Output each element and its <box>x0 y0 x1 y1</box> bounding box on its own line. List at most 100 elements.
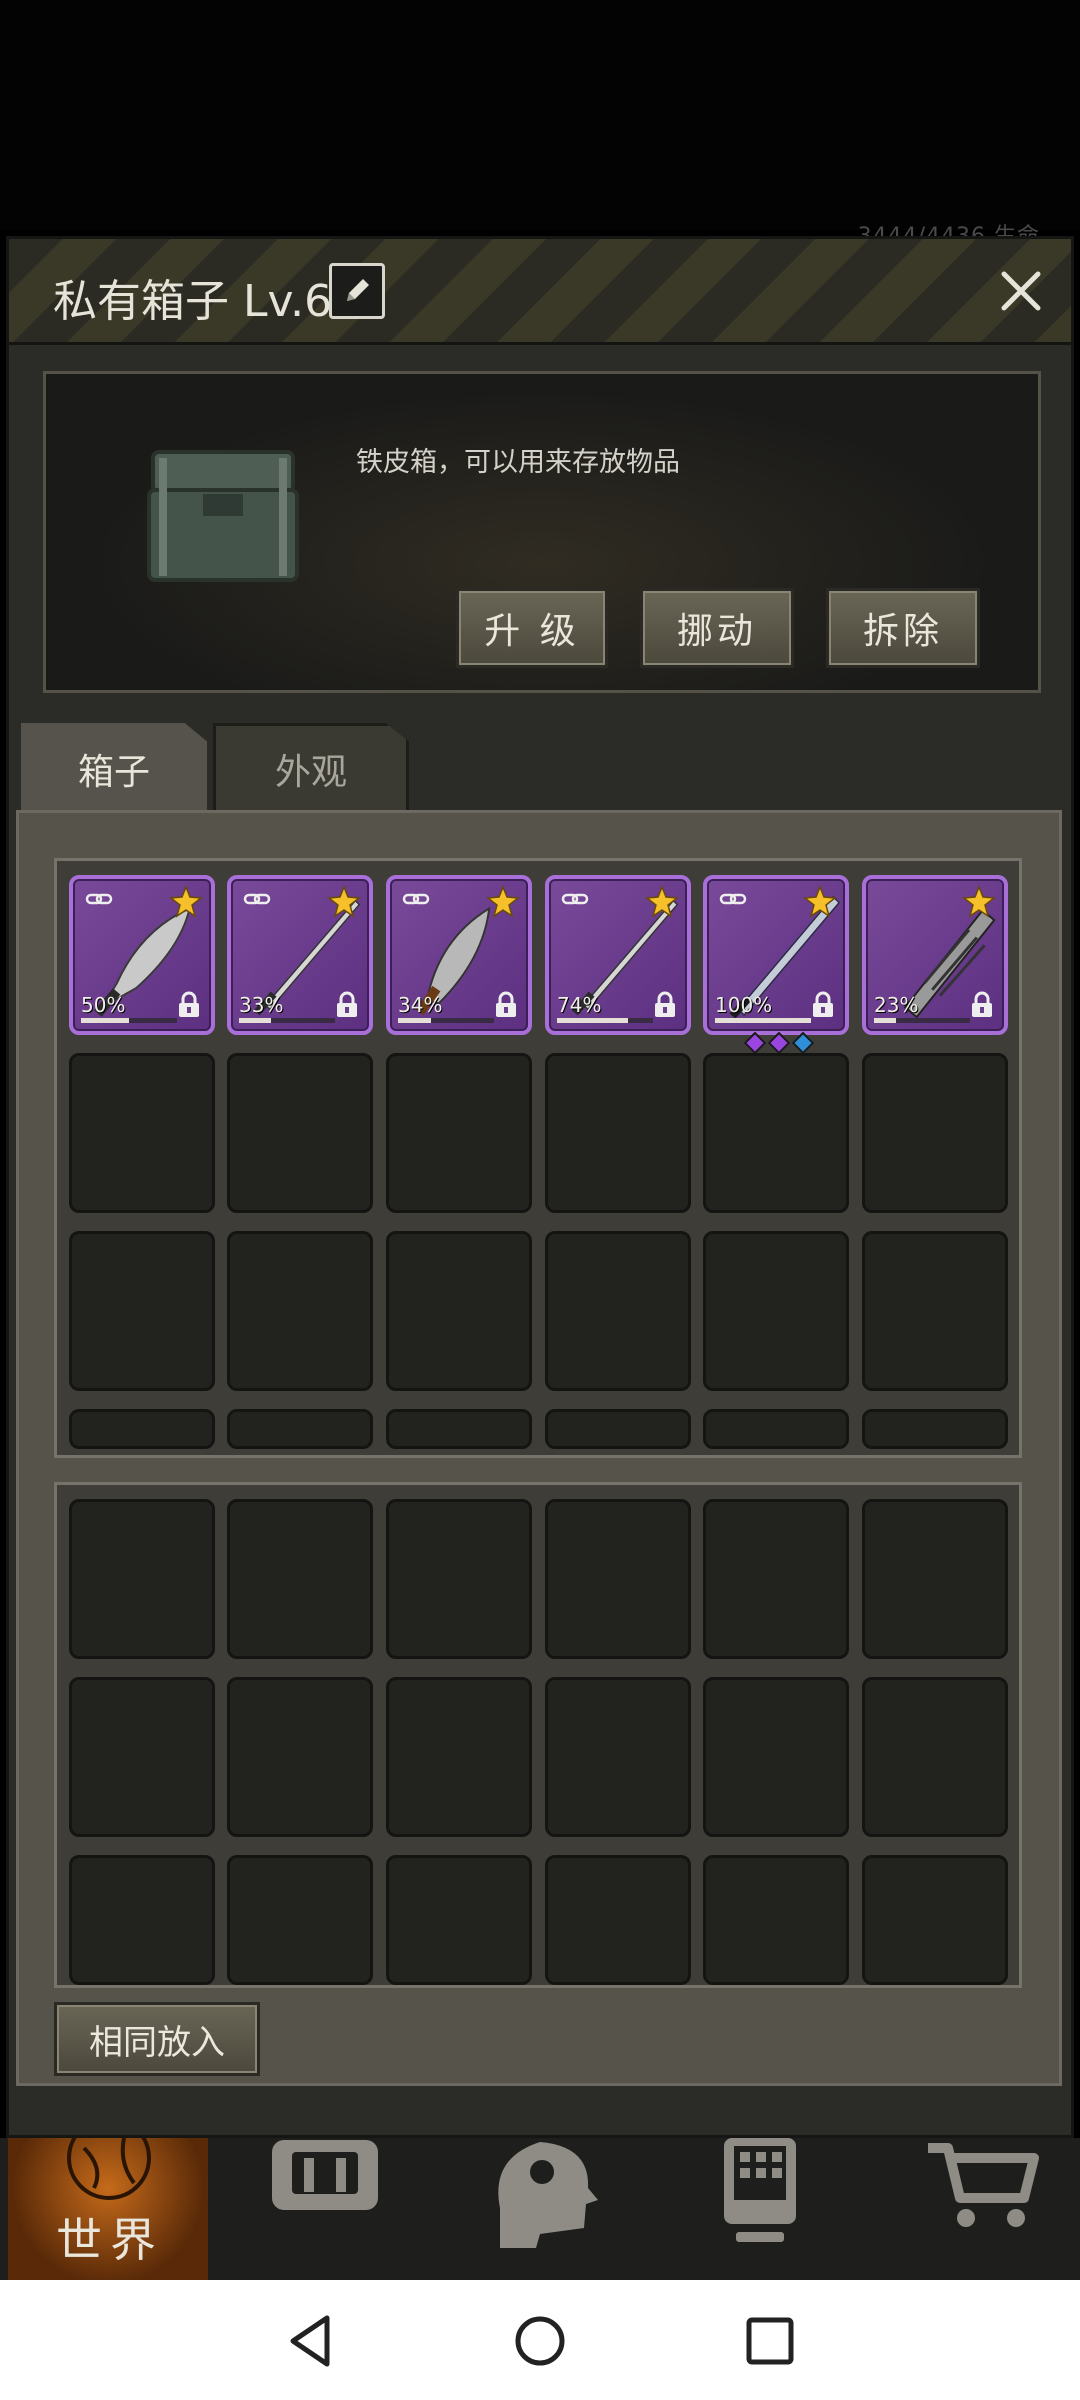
empty-slot[interactable] <box>69 1855 215 1985</box>
empty-slot[interactable] <box>227 1677 373 1837</box>
durability-bar <box>239 1018 335 1023</box>
lock-icon <box>972 991 992 1017</box>
empty-slot[interactable] <box>69 1409 215 1449</box>
empty-slot[interactable] <box>545 1499 691 1659</box>
empty-slot[interactable] <box>703 1053 849 1213</box>
empty-slot[interactable] <box>862 1053 1008 1213</box>
item-slot[interactable]: 34% <box>386 875 532 1035</box>
empty-slot[interactable] <box>386 1499 532 1659</box>
skills-head-icon[interactable] <box>480 2138 610 2248</box>
star-icon <box>169 885 203 918</box>
durability-text: 33% <box>239 993 284 1017</box>
move-button[interactable]: 挪动 <box>640 588 794 668</box>
bound-link-icon <box>402 893 430 905</box>
empty-slot[interactable] <box>545 1855 691 1985</box>
gem-icon <box>791 1031 815 1055</box>
empty-slot[interactable] <box>862 1677 1008 1837</box>
item-slot[interactable]: 100% <box>703 875 849 1055</box>
empty-slot[interactable] <box>545 1677 691 1837</box>
empty-slot[interactable] <box>227 1053 373 1213</box>
gem-icon <box>743 1031 767 1055</box>
empty-slot[interactable] <box>862 1499 1008 1659</box>
empty-slot[interactable] <box>386 1409 532 1449</box>
pencil-icon <box>347 279 369 301</box>
lock-icon <box>813 991 833 1017</box>
bound-link-icon <box>561 893 589 905</box>
durability-text: 50% <box>81 993 126 1017</box>
close-icon <box>1001 271 1041 311</box>
empty-slot[interactable] <box>386 1231 532 1391</box>
empty-slot[interactable] <box>227 1409 373 1449</box>
put-same-button[interactable]: 相同放入 <box>54 2002 260 2076</box>
item-slot[interactable]: 33% <box>227 875 373 1035</box>
empty-slot[interactable] <box>227 1499 373 1659</box>
bound-link-icon <box>85 893 113 905</box>
close-button[interactable] <box>991 261 1051 321</box>
empty-slot[interactable] <box>545 1231 691 1391</box>
storage-grid-top: 50% 33% 34% 74% 100% 23% <box>54 858 1022 1458</box>
bound-link-icon <box>243 893 271 905</box>
lock-icon <box>655 991 675 1017</box>
empty-slot[interactable] <box>703 1409 849 1449</box>
empty-slot[interactable] <box>862 1855 1008 1985</box>
empty-slot[interactable] <box>703 1855 849 1985</box>
lock-icon <box>337 991 357 1017</box>
durability-fill <box>557 1018 629 1023</box>
durability-text: 34% <box>398 993 443 1017</box>
durability-fill <box>81 1018 129 1023</box>
bottom-nav: 世界 <box>0 2138 1080 2280</box>
top-black-area <box>0 0 1080 230</box>
empty-slot[interactable] <box>545 1409 691 1449</box>
empty-slot[interactable] <box>227 1855 373 1985</box>
phone-icon[interactable] <box>700 2138 830 2248</box>
backpack-icon[interactable] <box>260 2138 390 2248</box>
empty-slot[interactable] <box>703 1231 849 1391</box>
back-icon[interactable] <box>275 2306 345 2376</box>
system-nav-bar <box>0 2280 1080 2400</box>
item-slot[interactable]: 74% <box>545 875 691 1035</box>
upgrade-button[interactable]: 升 级 <box>456 588 608 668</box>
tab-appearance[interactable]: 外观 <box>213 723 409 815</box>
lock-icon <box>179 991 199 1017</box>
dismantle-button[interactable]: 拆除 <box>826 588 980 668</box>
gem-sockets <box>743 1031 815 1055</box>
durability-text: 100% <box>715 993 773 1017</box>
globe-icon <box>67 2138 151 2200</box>
iron-chest-icon <box>147 450 299 582</box>
tab-box[interactable]: 箱子 <box>21 723 207 815</box>
home-icon[interactable] <box>505 2306 575 2376</box>
panel-header: 私有箱子 Lv.6 <box>9 239 1071 345</box>
empty-slot[interactable] <box>862 1409 1008 1449</box>
rename-button[interactable] <box>329 263 385 319</box>
bound-link-icon <box>719 893 747 905</box>
shop-cart-icon[interactable] <box>920 2138 1050 2248</box>
durability-bar <box>557 1018 653 1023</box>
empty-slot[interactable] <box>69 1053 215 1213</box>
durability-fill <box>398 1018 431 1023</box>
durability-bar <box>81 1018 177 1023</box>
lock-icon <box>496 991 516 1017</box>
nav-world[interactable]: 世界 <box>8 2138 208 2280</box>
durability-fill <box>715 1018 811 1023</box>
empty-slot[interactable] <box>69 1499 215 1659</box>
durability-text: 23% <box>874 993 919 1017</box>
empty-slot[interactable] <box>386 1677 532 1837</box>
empty-slot[interactable] <box>69 1677 215 1837</box>
empty-slot[interactable] <box>227 1231 373 1391</box>
box-info-area: 铁皮箱，可以用来存放物品 升 级 挪动 拆除 <box>43 371 1041 693</box>
star-icon <box>803 885 837 918</box>
empty-slot[interactable] <box>386 1053 532 1213</box>
item-slot[interactable]: 50% <box>69 875 215 1035</box>
star-icon <box>645 885 679 918</box>
empty-slot[interactable] <box>703 1499 849 1659</box>
empty-slot[interactable] <box>69 1231 215 1391</box>
recents-icon[interactable] <box>735 2306 805 2376</box>
empty-slot[interactable] <box>386 1855 532 1985</box>
empty-slot[interactable] <box>703 1677 849 1837</box>
durability-text: 74% <box>557 993 602 1017</box>
empty-slot[interactable] <box>862 1231 1008 1391</box>
item-slot[interactable]: 23% <box>862 875 1008 1035</box>
page-title: 私有箱子 Lv.6 <box>53 276 333 327</box>
empty-slot[interactable] <box>545 1053 691 1213</box>
nav-world-label: 世界 <box>56 2213 164 2267</box>
